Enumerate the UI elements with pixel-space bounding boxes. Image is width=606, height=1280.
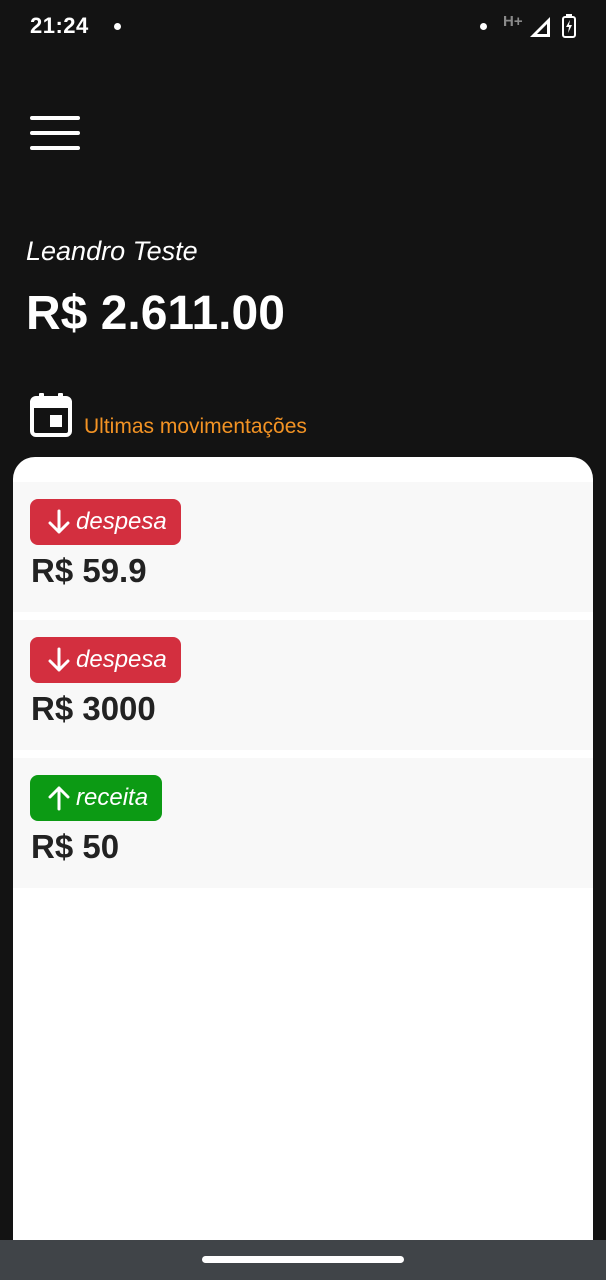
section-title: Ultimas movimentações [84, 415, 307, 438]
transaction-type-badge: despesa [30, 499, 181, 545]
transaction-type-label: despesa [76, 508, 167, 535]
section-header: Ultimas movimentações [30, 391, 307, 438]
network-type: H+ [503, 13, 523, 30]
transaction-amount: R$ 50 [31, 828, 120, 865]
calendar-icon [30, 393, 72, 437]
transaction-type-badge: receita [30, 775, 163, 821]
signal-icon [530, 17, 550, 37]
home-indicator[interactable] [202, 1256, 404, 1263]
account-balance: R$ 2.611.00 [26, 287, 285, 340]
battery-charging-icon [562, 14, 576, 38]
status-time: 21:24 [30, 13, 89, 38]
transaction-type-label: receita [76, 784, 149, 811]
arrow-down-icon [48, 509, 70, 534]
notification-dot-icon [114, 23, 121, 30]
arrow-down-icon [48, 647, 70, 672]
navigation-bar [0, 1240, 606, 1280]
transactions-card: despesa R$ 59.9 despesa R$ 3000 receita … [13, 457, 593, 1280]
status-bar: 21:24 H+ [0, 0, 606, 54]
transaction-amount: R$ 3000 [31, 690, 156, 727]
arrow-up-icon [48, 786, 70, 811]
transaction-type-badge: despesa [30, 637, 181, 683]
user-name: Leandro Teste [26, 236, 198, 266]
transaction-type-label: despesa [76, 646, 167, 673]
transaction-item[interactable]: receita R$ 50 [13, 758, 593, 888]
transaction-item[interactable]: despesa R$ 3000 [13, 620, 593, 750]
status-dot-icon [480, 23, 487, 30]
hamburger-menu-icon[interactable] [30, 114, 80, 152]
transaction-amount: R$ 59.9 [31, 552, 147, 589]
transaction-item[interactable]: despesa R$ 59.9 [13, 482, 593, 612]
